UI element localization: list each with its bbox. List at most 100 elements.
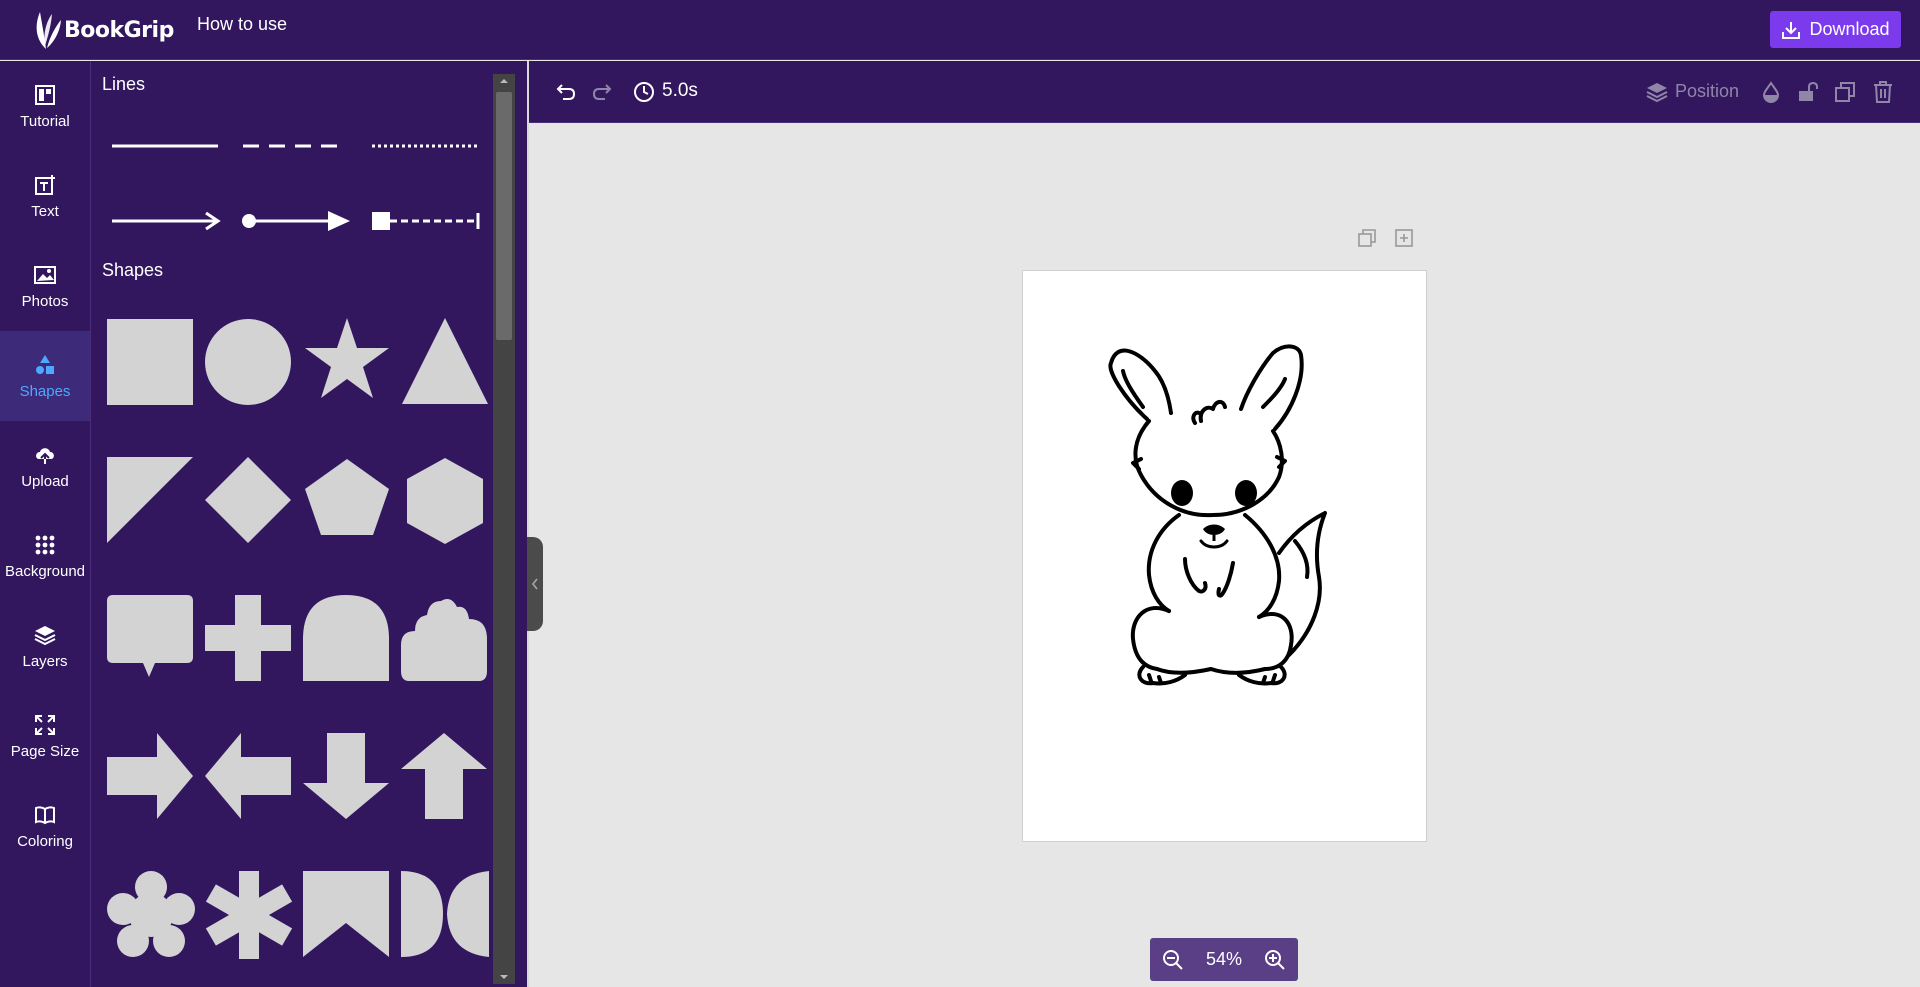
shape-pentagon[interactable] <box>303 457 391 545</box>
shape-asterisk[interactable] <box>205 871 293 959</box>
shape-circle[interactable] <box>205 319 293 407</box>
scroll-down-icon[interactable] <box>493 970 515 984</box>
add-page-button[interactable] <box>1393 227 1415 249</box>
panel-scrollbar[interactable] <box>493 74 515 984</box>
shape-arrow-right[interactable] <box>107 733 195 821</box>
layers-icon <box>33 623 57 647</box>
shapes-icon <box>33 353 57 377</box>
download-button[interactable]: Download <box>1770 11 1901 48</box>
shape-arch[interactable] <box>303 595 391 683</box>
opacity-drop-icon <box>1762 81 1780 103</box>
nav-item-photos[interactable]: Photos <box>0 241 90 331</box>
dot-arrow-line-option[interactable] <box>240 209 352 233</box>
undo-icon <box>556 84 576 100</box>
shape-triangle[interactable] <box>401 316 489 404</box>
shape-diamond[interactable] <box>205 457 293 545</box>
shape-half-circles[interactable] <box>401 871 489 959</box>
add-page-icon <box>1395 229 1413 247</box>
scroll-up-icon[interactable] <box>493 74 515 88</box>
dashed-line-option[interactable] <box>241 136 347 156</box>
zoom-out-icon <box>1163 949 1183 970</box>
bookgrip-logo[interactable]: BookGrip <box>32 8 174 52</box>
trash-icon <box>1874 81 1892 103</box>
shape-arrow-up[interactable] <box>401 733 489 821</box>
zoom-in-icon <box>1265 949 1285 970</box>
chevron-left-icon <box>532 578 538 590</box>
nav-label-tutorial: Tutorial <box>20 112 70 130</box>
lines-section-title: Lines <box>102 74 146 94</box>
logo-leaf-icon <box>36 12 61 49</box>
undo-button[interactable] <box>551 79 579 105</box>
nav-item-page-size[interactable]: Page Size <box>0 691 90 781</box>
nav-label-page-size: Page Size <box>10 742 80 760</box>
nav-item-coloring[interactable]: Coloring <box>0 781 90 871</box>
canvas-page[interactable] <box>1022 270 1427 842</box>
nav-item-upload[interactable]: Upload <box>0 421 90 511</box>
shape-speech-bubble[interactable] <box>107 595 195 685</box>
clock-icon <box>634 82 654 102</box>
position-button[interactable]: Position <box>1675 81 1739 102</box>
nav-item-layers[interactable]: Layers <box>0 601 90 691</box>
shapes-panel: Lines Shapes <box>91 61 527 987</box>
how-to-use-link[interactable]: How to use <box>197 14 287 35</box>
coloring-icon <box>33 803 57 827</box>
collapse-panel-handle[interactable] <box>527 537 543 631</box>
download-label: Download <box>1809 19 1890 39</box>
logo-text: BookGrip <box>64 17 174 43</box>
shape-arrow-left[interactable] <box>205 733 293 821</box>
nav-label-background: Background <box>4 562 86 580</box>
upload-icon <box>33 443 57 467</box>
text-icon <box>33 173 57 197</box>
tutorial-icon <box>33 83 57 107</box>
opacity-button[interactable] <box>1758 79 1784 105</box>
delete-button[interactable] <box>1870 79 1896 105</box>
nav-label-photos: Photos <box>21 292 69 310</box>
nav-label-upload: Upload <box>21 472 69 490</box>
redo-icon <box>592 84 612 100</box>
photos-icon <box>33 263 57 287</box>
shape-square[interactable] <box>107 319 195 407</box>
redo-button[interactable] <box>589 79 617 105</box>
shape-bookmark[interactable] <box>303 871 391 959</box>
background-icon <box>33 533 57 557</box>
nav-label-coloring: Coloring <box>17 832 73 850</box>
left-nav: Tutorial Text Photos Shapes Upload Backg… <box>0 61 91 987</box>
duration-value[interactable]: 5.0s <box>662 80 698 102</box>
shape-flower[interactable] <box>107 871 195 959</box>
shapes-section-title: Shapes <box>102 260 164 280</box>
top-bar: BookGrip How to use Download <box>0 0 1920 60</box>
position-layers-icon-wrap[interactable] <box>1644 79 1670 105</box>
nav-item-shapes[interactable]: Shapes <box>0 331 90 421</box>
duplicate-button[interactable] <box>1832 79 1858 105</box>
solid-line-option[interactable] <box>110 136 220 156</box>
page-size-icon <box>33 713 57 737</box>
zoom-in-button[interactable] <box>1264 949 1286 971</box>
shape-plus[interactable] <box>205 595 293 683</box>
square-dashed-line-option[interactable] <box>370 209 482 233</box>
panel-divider <box>527 61 529 987</box>
nav-label-layers: Layers <box>22 652 68 670</box>
duration-button[interactable] <box>631 79 657 105</box>
dotted-line-option[interactable] <box>370 136 480 156</box>
duplicate-page-icon <box>1358 229 1376 247</box>
shape-arrow-down[interactable] <box>303 733 391 821</box>
unlock-icon <box>1799 81 1818 101</box>
shape-star[interactable] <box>303 316 391 404</box>
nav-label-shapes: Shapes <box>19 382 71 400</box>
nav-item-text[interactable]: Text <box>0 151 90 241</box>
zoom-level: 54% <box>1205 949 1243 969</box>
shape-cloud[interactable] <box>401 595 489 683</box>
duplicate-page-button[interactable] <box>1356 227 1378 249</box>
scroll-thumb[interactable] <box>496 92 512 340</box>
nav-item-tutorial[interactable]: Tutorial <box>0 61 90 151</box>
duplicate-icon <box>1835 82 1855 102</box>
zoom-out-button[interactable] <box>1162 949 1184 971</box>
shape-hexagon[interactable] <box>401 457 489 545</box>
arrow-line-option[interactable] <box>110 209 222 233</box>
lock-button[interactable] <box>1795 79 1821 105</box>
shape-right-triangle[interactable] <box>107 457 195 545</box>
nav-item-background[interactable]: Background <box>0 511 90 601</box>
kangaroo-coloring-image[interactable] <box>1023 271 1426 841</box>
position-icon <box>1646 83 1668 103</box>
zoom-bar: 54% <box>1150 938 1298 981</box>
